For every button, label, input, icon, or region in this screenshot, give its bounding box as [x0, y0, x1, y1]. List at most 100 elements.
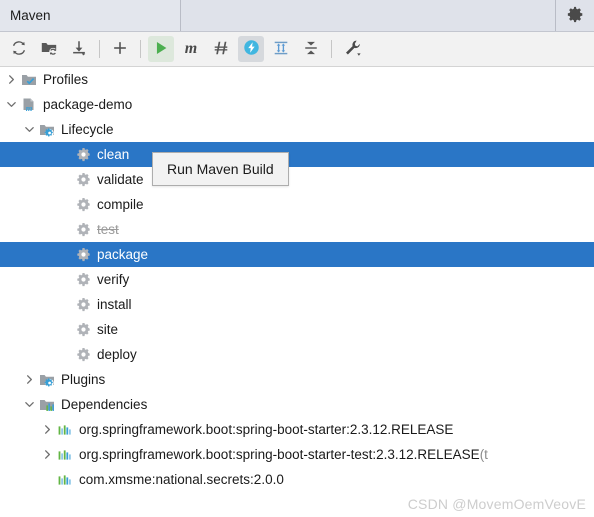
folder-gear-icon — [39, 122, 55, 138]
toggle-skip-tests-button[interactable] — [208, 36, 234, 62]
offline-lightning-icon — [242, 38, 261, 60]
tree-expander — [58, 217, 73, 242]
tree-node-deploy[interactable]: deploy — [0, 342, 594, 367]
tree-expander[interactable] — [22, 367, 37, 392]
tree-node-dependency-spring-boot-starter-test[interactable]: org.springframework.boot:spring-boot-sta… — [0, 442, 594, 467]
tree-node-test[interactable]: test — [0, 217, 594, 242]
toolbar-separator — [140, 40, 141, 58]
download-arrow-icon — [70, 39, 88, 60]
tree-node-lifecycle[interactable]: Lifecycle — [0, 117, 594, 142]
reload-projects-button[interactable] — [6, 36, 32, 62]
folder-check-icon — [21, 72, 37, 88]
tree-expander[interactable] — [22, 392, 37, 417]
tree-node-validate[interactable]: validate — [0, 167, 594, 192]
svg-text:m: m — [26, 103, 33, 113]
tree-node-icon — [73, 272, 93, 287]
download-sources-button[interactable] — [66, 36, 92, 62]
phase-gear-icon — [76, 322, 91, 337]
tree-node-dependency-spring-boot-starter[interactable]: org.springframework.boot:spring-boot-sta… — [0, 417, 594, 442]
tree-node-package[interactable]: package — [0, 242, 594, 267]
phase-gear-icon — [76, 297, 91, 312]
tree-expander[interactable] — [4, 67, 19, 92]
tree-node-icon — [73, 322, 93, 337]
refresh-icon — [10, 39, 28, 60]
expand-all-button[interactable] — [268, 36, 294, 62]
tree-node-label: com.xmsme:national.secrets:2.0.0 — [79, 471, 284, 487]
chevron-down-icon[interactable] — [24, 399, 35, 410]
tree-node-compile[interactable]: compile — [0, 192, 594, 217]
tree-node-profiles[interactable]: Profiles — [0, 67, 594, 92]
tree-node-label: package-demo — [43, 96, 133, 112]
tree-node-verify[interactable]: verify — [0, 267, 594, 292]
phase-gear-icon — [76, 197, 91, 212]
phase-gear-icon — [76, 347, 91, 362]
tree-node-label: verify — [97, 271, 130, 287]
tree-node-plugins[interactable]: Plugins — [0, 367, 594, 392]
chevron-right-icon[interactable] — [42, 449, 53, 460]
toggle-offline-button[interactable] — [238, 36, 264, 62]
phase-gear-icon — [76, 222, 91, 237]
maven-settings-button[interactable] — [339, 36, 365, 62]
tree-node-icon — [55, 447, 75, 463]
collapse-all-icon — [302, 39, 320, 60]
tree-node-label: Lifecycle — [61, 121, 114, 137]
tree-node-site[interactable]: site — [0, 317, 594, 342]
tree-node-label: Plugins — [61, 371, 106, 387]
tree-expander — [40, 467, 55, 492]
tree-expander[interactable] — [40, 417, 55, 442]
maven-toolbar: m — [0, 32, 594, 67]
tree-node-dependencies[interactable]: Dependencies — [0, 392, 594, 417]
tree-expander — [58, 317, 73, 342]
add-maven-project-button[interactable] — [107, 36, 133, 62]
tree-expander — [58, 167, 73, 192]
tree-node-label: clean — [97, 146, 130, 162]
skip-tests-icon — [212, 39, 230, 60]
chevron-down-icon[interactable] — [24, 124, 35, 135]
tree-node-icon — [55, 472, 75, 488]
tree-node-dependency-national-secrets[interactable]: com.xmsme:national.secrets:2.0.0 — [0, 467, 594, 492]
expand-all-icon — [272, 39, 290, 60]
tree-node-clean[interactable]: clean — [0, 142, 594, 167]
tree-node-label: org.springframework.boot:spring-boot-sta… — [79, 421, 454, 437]
tool-window-options-button[interactable] — [556, 0, 594, 31]
folder-bars-icon — [39, 397, 55, 413]
phase-gear-icon — [76, 147, 91, 162]
maven-project-tree[interactable]: Profiles m package-demo Lifecycle clean — [0, 67, 594, 517]
folder-refresh-icon — [40, 39, 58, 60]
tree-expander — [58, 142, 73, 167]
generate-sources-button[interactable] — [36, 36, 62, 62]
chevron-right-icon[interactable] — [6, 74, 17, 85]
tree-expander[interactable] — [40, 442, 55, 467]
chevron-right-icon[interactable] — [24, 374, 35, 385]
tree-node-label: test — [97, 221, 119, 237]
tree-node-icon — [19, 72, 39, 88]
tree-node-label: Profiles — [43, 71, 89, 87]
tree-expander[interactable] — [22, 117, 37, 142]
tree-node-label: deploy — [97, 346, 137, 362]
phase-gear-icon — [76, 172, 91, 187]
plus-icon — [111, 39, 129, 60]
run-play-icon — [152, 39, 170, 60]
tab-maven[interactable]: Maven — [0, 0, 181, 31]
collapse-all-button[interactable] — [298, 36, 324, 62]
tree-expander — [58, 242, 73, 267]
run-maven-build-button[interactable] — [148, 36, 174, 62]
tree-expander[interactable] — [4, 92, 19, 117]
tree-node-icon — [55, 422, 75, 438]
tree-node-label: site — [97, 321, 119, 337]
chevron-down-icon[interactable] — [6, 99, 17, 110]
tree-node-label: validate — [97, 171, 144, 187]
header-filler — [181, 0, 556, 31]
execute-maven-goal-button[interactable]: m — [178, 36, 204, 62]
svg-text:m: m — [185, 40, 197, 57]
gear-icon — [567, 6, 584, 26]
folder-gear-icon — [39, 372, 55, 388]
tree-node-icon — [73, 222, 93, 237]
tree-node-label: org.springframework.boot:spring-boot-sta… — [79, 446, 480, 462]
tree-node-icon — [73, 172, 93, 187]
tree-node-package-demo[interactable]: m package-demo — [0, 92, 594, 117]
chevron-right-icon[interactable] — [42, 424, 53, 435]
dependency-bars-icon — [57, 447, 73, 463]
toolbar-separator — [331, 40, 332, 58]
tree-node-install[interactable]: install — [0, 292, 594, 317]
